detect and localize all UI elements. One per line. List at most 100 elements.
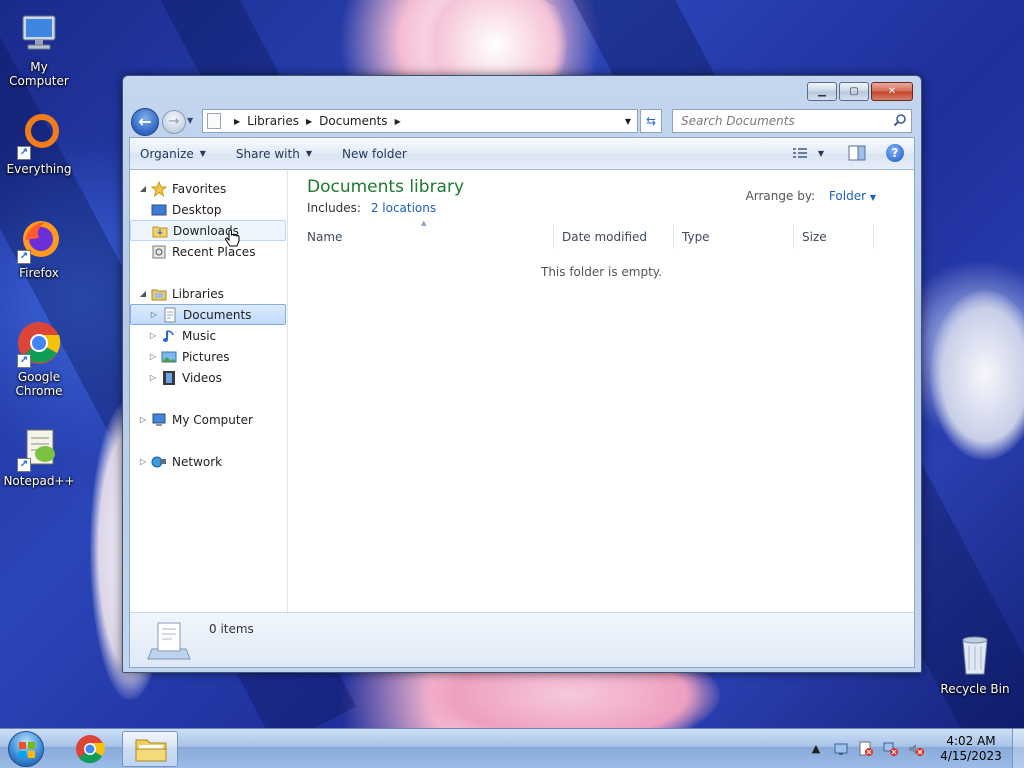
minimize-button[interactable]: ▁ [807, 82, 837, 101]
organize-label: Organize [140, 146, 194, 161]
collapsed-arrow-icon[interactable]: ▷ [148, 373, 158, 382]
desktop-icon-label: Everything [6, 162, 72, 176]
desktop-icon-everything[interactable]: ↗ Everything [0, 112, 78, 176]
nav-desktop[interactable]: Desktop [148, 199, 222, 220]
preview-pane-icon[interactable] [848, 145, 866, 161]
star-icon [151, 180, 167, 197]
nav-network-label: Network [172, 454, 223, 469]
nav-my-computer[interactable]: ▷ My Computer [138, 409, 253, 430]
nav-favorites[interactable]: ◢ Favorites [138, 178, 226, 199]
refresh-button[interactable]: ⇆ [640, 109, 662, 133]
maximize-icon: ▢ [849, 86, 859, 97]
back-button[interactable]: ← [131, 108, 159, 136]
maximize-button[interactable]: ▢ [839, 82, 869, 101]
shortcut-arrow-icon: ↗ [17, 146, 31, 160]
nav-documents-label: Documents [183, 307, 252, 322]
chevron-down-icon: ▼ [869, 193, 876, 202]
firefox-icon: ↗ [15, 216, 63, 264]
breadcrumb-arrow-icon[interactable]: ▶ [395, 117, 401, 126]
expanded-arrow-icon[interactable]: ◢ [138, 289, 148, 298]
music-note-icon [163, 329, 174, 342]
volume-muted-icon[interactable] [908, 741, 924, 757]
close-button[interactable]: ✕ [871, 82, 913, 101]
column-header-date-modified[interactable]: Date modified [554, 225, 674, 249]
collapsed-arrow-icon[interactable]: ▷ [138, 415, 148, 424]
nav-downloads[interactable]: Downloads [130, 220, 286, 241]
arrow-right-icon: → [168, 114, 180, 129]
nav-pictures-label: Pictures [182, 349, 230, 364]
empty-folder-message: This folder is empty. [541, 265, 662, 279]
explorer-body: Organize ▼ Share with ▼ New folder ▼ ? ◢ [129, 137, 915, 668]
shortcut-arrow-icon: ↗ [17, 250, 31, 264]
nav-videos-label: Videos [182, 370, 222, 385]
column-header-type[interactable]: Type [674, 225, 794, 249]
clock[interactable]: 4:02 AM 4/15/2023 [934, 734, 1008, 764]
nav-pictures[interactable]: ▷ Pictures [148, 346, 230, 367]
desktop-icon-firefox[interactable]: ↗ Firefox [0, 216, 78, 280]
system-tray: ▲ 4:02 AM 4/15/2023 [799, 729, 1024, 768]
explorer-window[interactable]: ▁ ▢ ✕ ← → ▼ ▶ Libraries ▶ Documents ▶ ▼ … [122, 75, 922, 673]
expanded-arrow-icon[interactable]: ◢ [138, 184, 148, 193]
downloads-folder-icon [152, 226, 168, 237]
start-button[interactable] [4, 729, 48, 768]
arrange-by-label: Arrange by: [745, 189, 816, 203]
desktop-icon-notepad-plus-plus[interactable]: ↗ Notepad++ [0, 424, 78, 488]
breadcrumb-libraries[interactable]: Libraries [247, 114, 299, 128]
breadcrumb-documents[interactable]: Documents [319, 114, 387, 128]
nav-libraries-label: Libraries [172, 286, 224, 301]
action-center-warning-icon[interactable] [858, 741, 874, 757]
view-options-dropdown-icon[interactable]: ▼ [818, 149, 824, 158]
chevron-down-icon: ▼ [187, 116, 194, 125]
column-header-size[interactable]: Size [794, 225, 874, 249]
windows-logo-icon [8, 731, 44, 767]
shortcut-arrow-icon: ↗ [17, 354, 31, 368]
library-title: Documents library [307, 177, 465, 197]
show-hidden-icons-icon[interactable]: ▲ [808, 741, 824, 757]
collapsed-arrow-icon[interactable]: ▷ [138, 457, 148, 466]
forward-button[interactable]: → [162, 110, 186, 134]
collapsed-arrow-icon[interactable]: ▷ [148, 352, 158, 361]
locations-link[interactable]: 2 locations [371, 201, 436, 215]
column-header-name[interactable]: Name [299, 225, 554, 249]
new-folder-button[interactable]: New folder [342, 147, 407, 161]
change-view-icon[interactable] [792, 146, 808, 160]
navigation-pane[interactable]: ◢ Favorites Desktop Downloads Recent Pla… [130, 170, 288, 612]
search-icon[interactable] [893, 113, 907, 127]
address-dropdown-icon[interactable]: ▼ [625, 117, 631, 126]
recycle-bin-icon [951, 632, 999, 680]
computer-icon [152, 413, 166, 426]
nav-network[interactable]: ▷ Network [138, 451, 222, 472]
recent-pages-dropdown[interactable]: ▼ [187, 116, 193, 125]
nav-music[interactable]: ▷ Music [148, 325, 216, 346]
breadcrumb-arrow-icon[interactable]: ▶ [234, 117, 240, 126]
address-bar[interactable]: ▶ Libraries ▶ Documents ▶ ▼ [202, 109, 638, 133]
nav-music-label: Music [182, 328, 217, 343]
documents-library-icon [147, 622, 191, 660]
taskbar-chrome-button[interactable] [62, 731, 118, 767]
share-with-button[interactable]: Share with ▼ [236, 147, 312, 161]
nav-libraries[interactable]: ◢ Libraries [138, 283, 224, 304]
network-disconnected-icon[interactable] [883, 741, 899, 757]
desktop-icon-my-computer[interactable]: My Computer [0, 10, 78, 88]
nav-documents[interactable]: ▷ Documents [130, 304, 286, 325]
pictures-icon [161, 351, 177, 362]
arrow-left-icon: ← [138, 112, 152, 131]
file-list-pane[interactable]: Documents library Includes: 2 locations … [289, 170, 914, 612]
collapsed-arrow-icon[interactable]: ▷ [149, 310, 159, 319]
documents-icon [164, 307, 176, 322]
minimize-icon: ▁ [818, 86, 826, 97]
nav-videos[interactable]: ▷ Videos [148, 367, 222, 388]
film-strip-icon [163, 370, 175, 385]
organize-button[interactable]: Organize ▼ [140, 147, 206, 161]
help-button[interactable]: ? [886, 144, 904, 162]
arrange-by-dropdown[interactable]: Folder ▼ [829, 189, 876, 203]
breadcrumb-arrow-icon[interactable]: ▶ [306, 117, 312, 126]
new-folder-label: New folder [341, 146, 407, 161]
desktop-icon-recycle-bin[interactable]: Recycle Bin [936, 632, 1014, 696]
show-desktop-button[interactable] [1012, 729, 1024, 768]
desktop-icon-google-chrome[interactable]: ↗ Google Chrome [0, 320, 78, 398]
network-status-icon[interactable] [833, 741, 849, 757]
taskbar-explorer-button[interactable] [122, 731, 178, 767]
collapsed-arrow-icon[interactable]: ▷ [148, 331, 158, 340]
search-input[interactable]: Search Documents [672, 109, 912, 133]
